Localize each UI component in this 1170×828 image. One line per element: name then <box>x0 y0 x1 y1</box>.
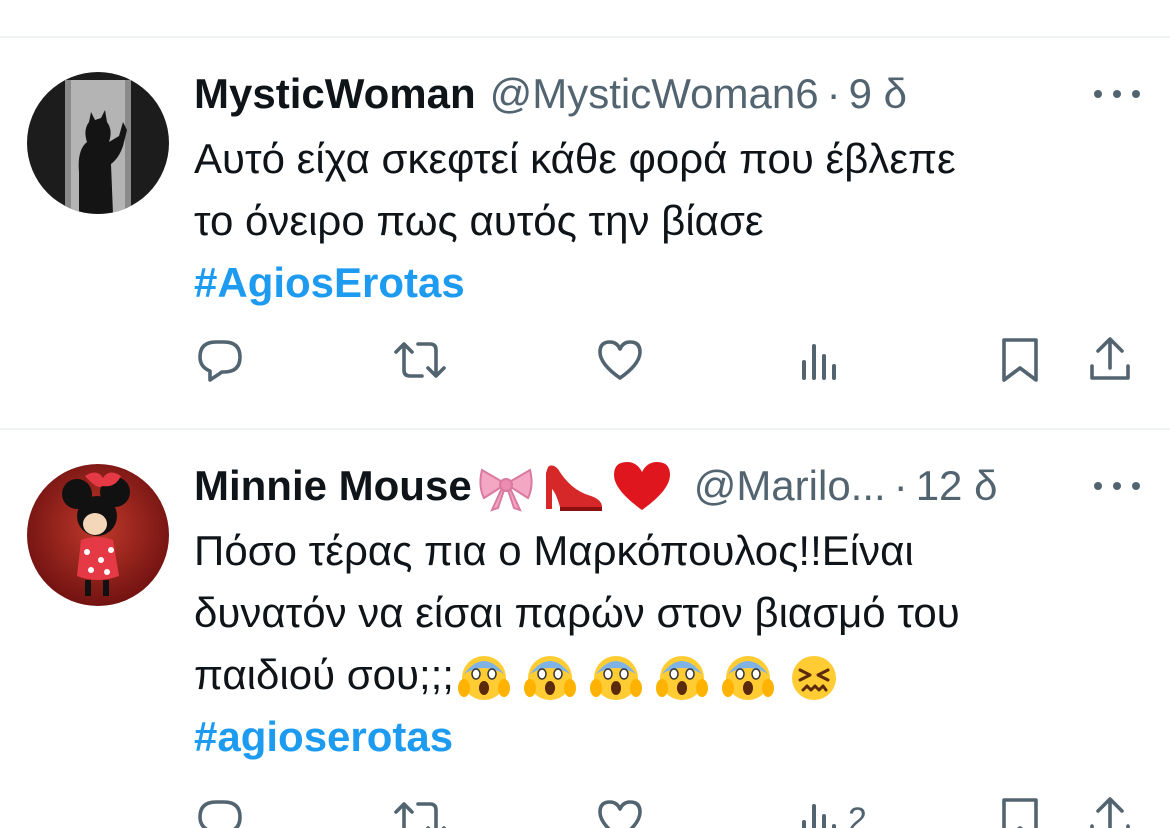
views-button[interactable] <box>800 330 842 390</box>
retweet-icon <box>394 342 446 378</box>
share-icon <box>1090 337 1130 380</box>
views-icon <box>802 344 836 380</box>
reply-icon <box>198 340 242 382</box>
minnie-mouse-avatar-icon <box>27 464 169 606</box>
more-icon[interactable] <box>1094 84 1140 104</box>
bookmark-icon <box>1002 798 1038 828</box>
tweet-text-line: παιδιού σου;;; <box>194 651 454 698</box>
author-handle[interactable]: @Marilo... <box>694 458 886 514</box>
like-icon <box>598 340 642 380</box>
avatar[interactable] <box>27 464 169 606</box>
share-icon <box>1090 797 1130 828</box>
hashtag-link[interactable]: #agioserotas <box>194 706 1134 768</box>
like-button[interactable] <box>596 790 644 828</box>
bookmark-icon <box>1002 338 1038 382</box>
ribbon-emoji-icon <box>479 468 533 512</box>
reply-button[interactable] <box>196 790 244 828</box>
share-button[interactable] <box>1086 330 1134 390</box>
tweet-actions: 2 <box>0 790 1170 828</box>
like-button[interactable] <box>596 330 644 390</box>
tweet-text-line: το όνειρο πως αυτός την βίασε <box>194 197 764 244</box>
timestamp[interactable]: 12 δ <box>916 458 998 514</box>
reply-icon <box>198 800 242 828</box>
red-heart-emoji-icon <box>613 462 670 510</box>
tweet-text: Αυτό είχα σκεφτεί κάθε φορά που έβλεπε τ… <box>194 128 1134 314</box>
tweet-header: Minnie Mouse @Marilo... · 12 δ <box>194 458 997 514</box>
more-icon[interactable] <box>1094 476 1140 496</box>
views-icon <box>802 804 836 828</box>
high-heel-emoji-icon <box>545 465 602 511</box>
retweet-icon <box>394 802 446 828</box>
timestamp[interactable]: 9 δ <box>849 66 907 122</box>
tweet[interactable]: MysticWoman @MysticWoman6 · 9 δ Αυτό είχ… <box>0 38 1170 428</box>
scream-emoji-icon <box>589 655 642 700</box>
bookmark-button[interactable] <box>998 330 1042 390</box>
views-button[interactable]: 2 <box>800 790 867 828</box>
shadow-silhouette-avatar-icon <box>27 72 169 214</box>
share-button[interactable] <box>1086 790 1134 828</box>
scream-emoji-icon <box>457 655 510 700</box>
separator-dot: · <box>893 462 908 509</box>
avatar[interactable] <box>27 72 169 214</box>
tweet-text-line: Πόσο τέρας πια ο Μαρκόπουλος!!Είναι <box>194 527 914 574</box>
tweet-text: Πόσο τέρας πια ο Μαρκόπουλος!!Είναι δυνα… <box>194 520 1134 768</box>
like-icon <box>598 800 642 828</box>
scream-emoji-icon <box>655 655 708 700</box>
hashtag-link[interactable]: #AgiosErotas <box>194 252 1134 314</box>
scream-emoji-icon <box>523 655 576 700</box>
tweet-text-line: Αυτό είχα σκεφτεί κάθε φορά που έβλεπε <box>194 135 956 182</box>
confounded-emoji-icon <box>791 655 836 700</box>
scream-emoji-icon <box>721 655 774 700</box>
retweet-button[interactable] <box>390 330 450 390</box>
tweet[interactable]: Minnie Mouse @Marilo... · 12 δ Πόσο τέρα… <box>0 430 1170 828</box>
tweet-actions <box>0 330 1170 390</box>
tweet-header: MysticWoman @MysticWoman6 · 9 δ <box>194 66 907 122</box>
views-count: 2 <box>848 800 867 828</box>
separator-dot: · <box>826 70 841 117</box>
author-name[interactable]: Minnie Mouse <box>194 458 472 514</box>
author-name[interactable]: MysticWoman <box>194 66 476 122</box>
name-emojis <box>476 459 672 513</box>
retweet-button[interactable] <box>390 790 450 828</box>
text-emojis <box>457 652 840 704</box>
timeline: MysticWoman @MysticWoman6 · 9 δ Αυτό είχ… <box>0 0 1170 828</box>
reply-button[interactable] <box>196 330 244 390</box>
author-handle[interactable]: @MysticWoman6 <box>490 66 819 122</box>
tweet-text-line: δυνατόν να είσαι παρών στον βιασμό του <box>194 589 960 636</box>
tweet-text-line-with-emojis: παιδιού σου;;; <box>194 644 1134 706</box>
bookmark-button[interactable] <box>998 790 1042 828</box>
